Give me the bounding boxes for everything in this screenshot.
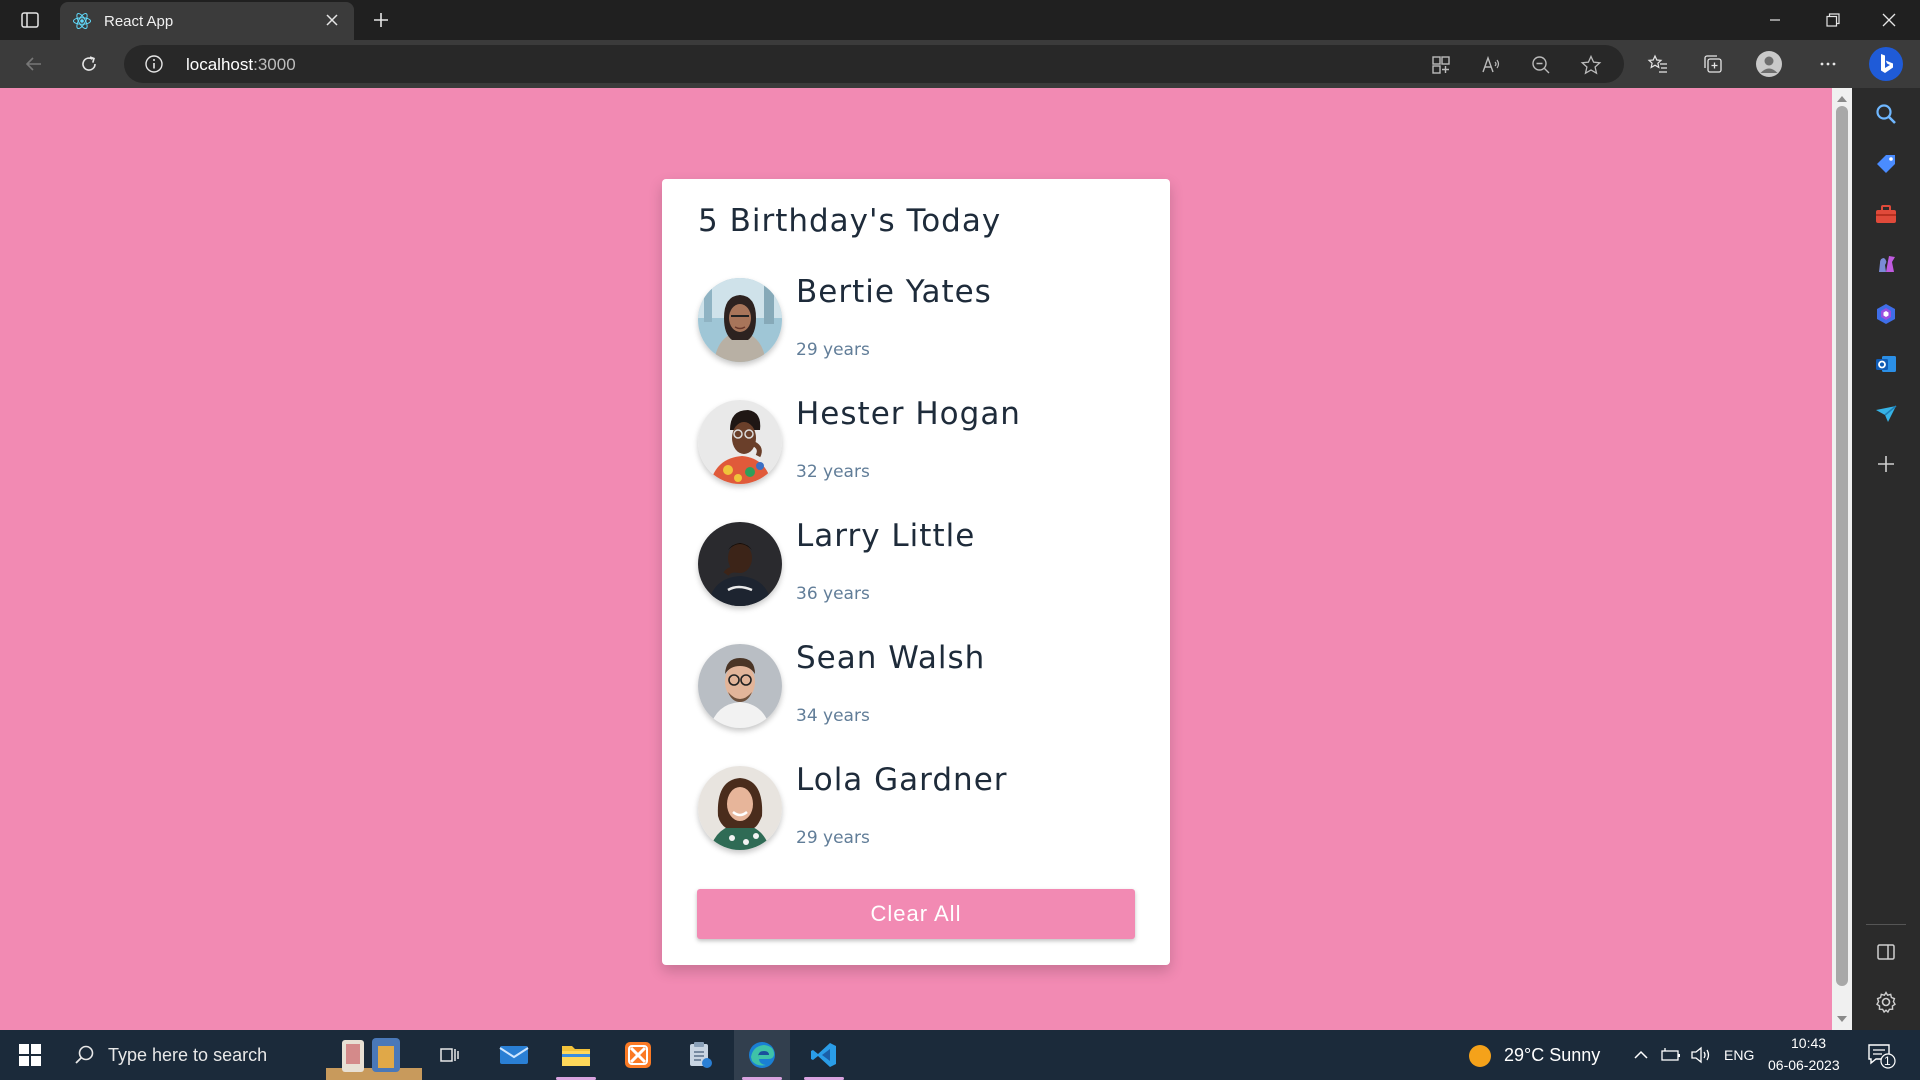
tab-title: React App [104,12,174,30]
list-item: Lola Gardner 29 years [698,762,1138,866]
close-tab-icon[interactable] [320,8,344,32]
page-viewport: 5 Birthday's Today Bertie Yates 29 years [0,88,1832,1030]
bing-chat-icon[interactable] [1868,46,1904,82]
person-name: Bertie Yates [796,274,992,310]
search-placeholder: Type here to search [108,1044,268,1065]
list-item: Sean Walsh 34 years [698,640,1138,744]
edge-browser-icon[interactable] [734,1030,790,1080]
app-available-icon[interactable] [1430,54,1452,76]
minimize-icon[interactable] [1752,0,1798,40]
weather-text[interactable]: 29°C Sunny [1504,1045,1600,1066]
outlook-icon[interactable] [1874,352,1898,376]
chevron-up-icon[interactable] [1632,1046,1650,1068]
person-age: 32 years [796,462,870,482]
person-age: 29 years [796,828,870,848]
scroll-thumb[interactable] [1836,106,1848,986]
person-name: Larry Little [796,518,976,554]
browser-titlebar: React App [0,0,1920,40]
vscode-icon[interactable] [796,1030,852,1080]
windows-taskbar: Type here to search 29°C Sunny ENG 10:43… [0,1030,1920,1080]
search-icon[interactable] [1874,102,1898,126]
search-icon [74,1044,96,1070]
zoom-out-icon[interactable] [1530,54,1552,76]
microsoft-365-icon[interactable] [1874,302,1898,326]
taskbar-search-box[interactable]: Type here to search [60,1030,422,1080]
person-name: Lola Gardner [796,762,1008,798]
scroll-down-arrow-icon[interactable] [1837,1016,1847,1022]
clock-date[interactable]: 06-06-2023 [1768,1057,1840,1073]
site-info-icon[interactable] [144,54,164,74]
favorite-star-icon[interactable] [1580,54,1602,76]
xampp-icon[interactable] [610,1030,666,1080]
tab-actions-icon[interactable] [14,0,46,40]
scroll-up-arrow-icon[interactable] [1837,96,1847,102]
notifications-icon[interactable] [1866,1042,1896,1074]
person-age: 29 years [796,340,870,360]
avatar [698,766,782,850]
person-age: 36 years [796,584,870,604]
volume-icon[interactable] [1690,1045,1712,1069]
avatar [698,400,782,484]
list-item: Bertie Yates 29 years [698,274,1138,378]
shopping-tag-icon[interactable] [1874,152,1898,176]
avatar [698,644,782,728]
list-item: Hester Hogan 32 years [698,396,1138,500]
profile-avatar-icon[interactable] [1753,48,1785,80]
list-item: Larry Little 36 years [698,518,1138,622]
browser-toolbar: localhost:3000 [0,40,1920,88]
tools-icon[interactable] [1874,202,1898,226]
settings-gear-icon[interactable] [1874,990,1898,1014]
page-scrollbar[interactable] [1832,88,1852,1030]
collections-icon[interactable] [1697,48,1729,80]
clock-time[interactable]: 10:43 [1791,1035,1826,1051]
read-aloud-icon[interactable] [1480,54,1502,76]
drop-send-icon[interactable] [1874,402,1898,426]
add-icon[interactable] [1874,452,1898,476]
address-bar[interactable]: localhost:3000 [124,45,1624,83]
search-highlight-image-icon [324,1034,424,1080]
url-text: localhost:3000 [186,55,296,74]
page-title: 5 Birthday's Today [698,203,1002,239]
edge-sidebar [1852,88,1920,1030]
battery-icon[interactable] [1660,1046,1682,1068]
avatar [698,278,782,362]
windows-start-icon[interactable] [0,1030,60,1080]
task-view-icon[interactable] [422,1030,478,1080]
back-icon[interactable] [18,48,50,80]
person-age: 34 years [796,706,870,726]
sidebar-divider [1866,924,1906,925]
new-tab-icon[interactable] [366,0,396,40]
person-name: Hester Hogan [796,396,1021,432]
birthday-card: 5 Birthday's Today Bertie Yates 29 years [662,179,1170,965]
mail-icon[interactable] [486,1030,542,1080]
more-options-icon[interactable] [1812,48,1844,80]
favorites-icon[interactable] [1642,48,1674,80]
file-explorer-icon[interactable] [548,1030,604,1080]
restore-icon[interactable] [1810,0,1856,40]
clear-all-button[interactable]: Clear All [697,889,1135,939]
react-icon [72,11,92,31]
notepad-icon[interactable] [672,1030,728,1080]
avatar [698,522,782,606]
hide-sidebar-icon[interactable] [1874,940,1898,964]
games-icon[interactable] [1874,252,1898,276]
close-window-icon[interactable] [1866,0,1912,40]
tab-react-app[interactable]: React App [60,2,354,40]
notification-count-badge: 1 [1884,1054,1891,1068]
language-indicator[interactable]: ENG [1724,1047,1754,1063]
refresh-icon[interactable] [73,48,105,80]
person-name: Sean Walsh [796,640,986,676]
weather-sun-icon [1468,1044,1492,1072]
